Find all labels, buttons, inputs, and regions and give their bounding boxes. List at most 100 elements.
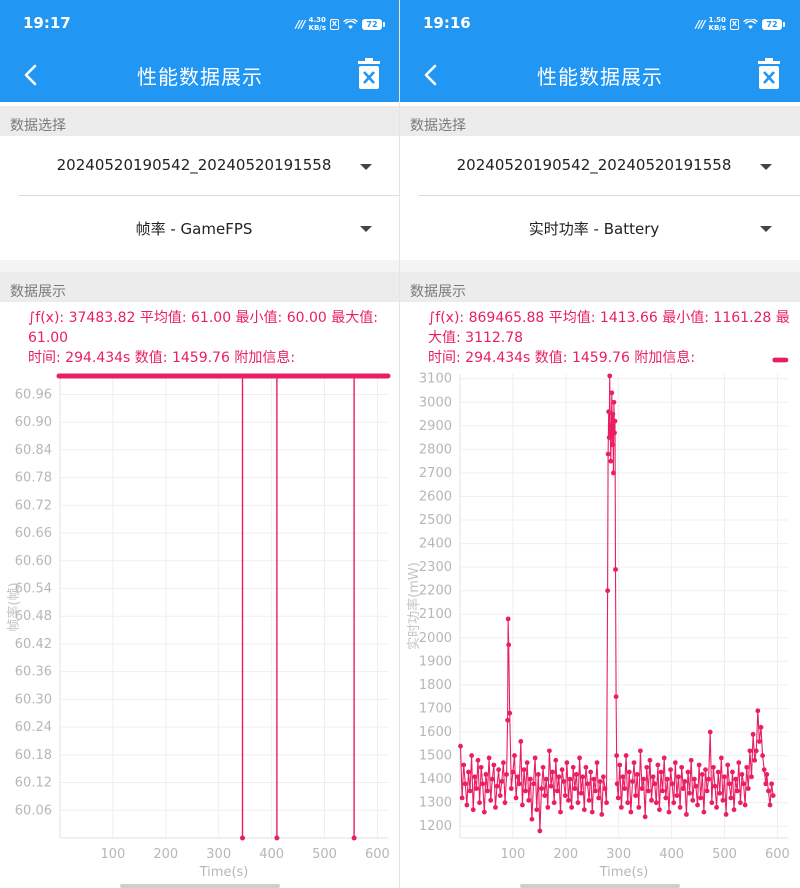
- data-point: [650, 774, 656, 780]
- data-point: [550, 769, 555, 775]
- data-point: [483, 772, 489, 777]
- data-point: [766, 788, 771, 794]
- data-point: [749, 774, 754, 780]
- wifi-icon: [343, 18, 358, 29]
- dropdown-arrow-icon: [360, 164, 372, 170]
- data-point: [657, 807, 662, 813]
- data-point: [622, 786, 627, 791]
- x-tick-label: 600: [765, 847, 790, 862]
- data-point: [523, 788, 528, 794]
- fps-chart-svg[interactable]: 60.0660.1260.1860.2460.3060.3660.4260.48…: [0, 360, 400, 880]
- data-point: [661, 755, 667, 761]
- fps-chart[interactable]: 60.06 60.12 60.18 60.24 60.30 60.36 60.42 60.48…: [0, 360, 400, 880]
- signal-icon: ///: [295, 17, 305, 31]
- file-dropdown[interactable]: 20240520190542_20240520191558: [418, 136, 800, 196]
- x-tick-label: 200: [553, 847, 578, 862]
- x-tick-label: 400: [659, 847, 684, 862]
- dropdown-arrow-icon: [760, 226, 772, 232]
- data-point: [612, 418, 618, 424]
- data-point: [699, 772, 705, 777]
- data-point: [652, 781, 658, 787]
- data-point: [695, 802, 700, 808]
- file-dropdown[interactable]: 20240520190542_20240520191558: [18, 136, 399, 196]
- data-point: [518, 739, 524, 744]
- data-point: [472, 774, 478, 780]
- data-point: [475, 757, 481, 763]
- y-tick-label: 1900: [419, 654, 452, 669]
- y-tick-label: 1500: [419, 749, 452, 764]
- data-point: [524, 760, 530, 766]
- sim-icon: X: [330, 18, 339, 30]
- metric-dropdown[interactable]: 帧率 - GameFPS: [18, 198, 399, 258]
- data-point: [505, 616, 511, 622]
- data-point: [586, 797, 592, 803]
- data-point: [618, 804, 624, 810]
- data-point: [647, 757, 653, 763]
- data-point: [566, 797, 571, 803]
- data-point: [606, 409, 612, 415]
- data-point: [731, 807, 737, 813]
- y-tick-label: 60.84: [15, 443, 52, 458]
- data-point: [589, 809, 595, 815]
- data-point: [467, 788, 473, 794]
- data-point: [607, 423, 613, 429]
- data-point: [564, 760, 570, 766]
- data-point: [757, 739, 762, 744]
- data-point: [500, 760, 506, 766]
- data-point: [668, 767, 673, 773]
- y-tick-label: 2400: [419, 537, 452, 552]
- data-point: [715, 769, 721, 775]
- y-tick-label: 1700: [419, 701, 452, 716]
- data-point: [758, 724, 764, 730]
- metric-dropdown[interactable]: 实时功率 - Battery: [418, 198, 800, 258]
- data-point: [491, 762, 497, 768]
- data-point: [548, 783, 554, 789]
- data-point: [752, 757, 758, 763]
- y-tick-label: 60.90: [15, 415, 52, 430]
- data-point: [625, 800, 631, 806]
- data-point: [614, 753, 619, 758]
- data-point: [633, 793, 639, 799]
- y-tick-label: 1600: [419, 725, 452, 740]
- data-point: [709, 800, 715, 806]
- data-point: [466, 769, 471, 775]
- page-title: 性能数据展示: [137, 65, 263, 89]
- data-point: [677, 804, 683, 810]
- home-indicator[interactable]: [520, 884, 680, 888]
- y-tick-label: 2800: [419, 442, 452, 457]
- data-point: [610, 411, 616, 417]
- status-bar: 19:16 /// 1.50 KB/s X 72: [400, 0, 800, 48]
- data-point: [521, 767, 527, 773]
- data-point: [570, 764, 576, 770]
- data-point: [638, 748, 643, 754]
- y-tick-label: 60.24: [15, 720, 52, 735]
- data-point: [461, 762, 467, 768]
- data-point: [742, 802, 748, 808]
- dropdown-arrow-icon: [360, 226, 372, 232]
- data-point: [644, 764, 650, 770]
- data-point: [585, 781, 590, 787]
- battery-icon: 72: [762, 18, 785, 30]
- data-point: [730, 769, 735, 775]
- data-point: [631, 760, 637, 766]
- data-point: [593, 788, 598, 794]
- home-indicator[interactable]: [120, 884, 280, 888]
- data-point: [764, 772, 770, 777]
- trash-icon[interactable]: [756, 58, 782, 90]
- data-point: [682, 779, 688, 784]
- data-point: [671, 800, 677, 806]
- power-chart-svg[interactable]: 1200 1300 1400 1500 1600 1700 1800 1900 2000 2100…: [400, 357, 800, 880]
- data-point: [690, 797, 696, 803]
- data-point: [750, 731, 756, 737]
- divider: [400, 260, 800, 272]
- power-chart[interactable]: 1200 1300 1400 1500 1600 1700 1800 1900 2000 2100…: [400, 357, 800, 880]
- data-point: [609, 442, 615, 448]
- data-point: [594, 760, 600, 766]
- x-tick-label: 200: [153, 847, 178, 862]
- data-point: [660, 788, 666, 794]
- data-point: [615, 795, 621, 801]
- trash-icon[interactable]: [356, 58, 382, 90]
- y-tick-label: 2900: [419, 419, 452, 434]
- x-tick-label: 300: [206, 847, 231, 862]
- data-point: [588, 769, 594, 775]
